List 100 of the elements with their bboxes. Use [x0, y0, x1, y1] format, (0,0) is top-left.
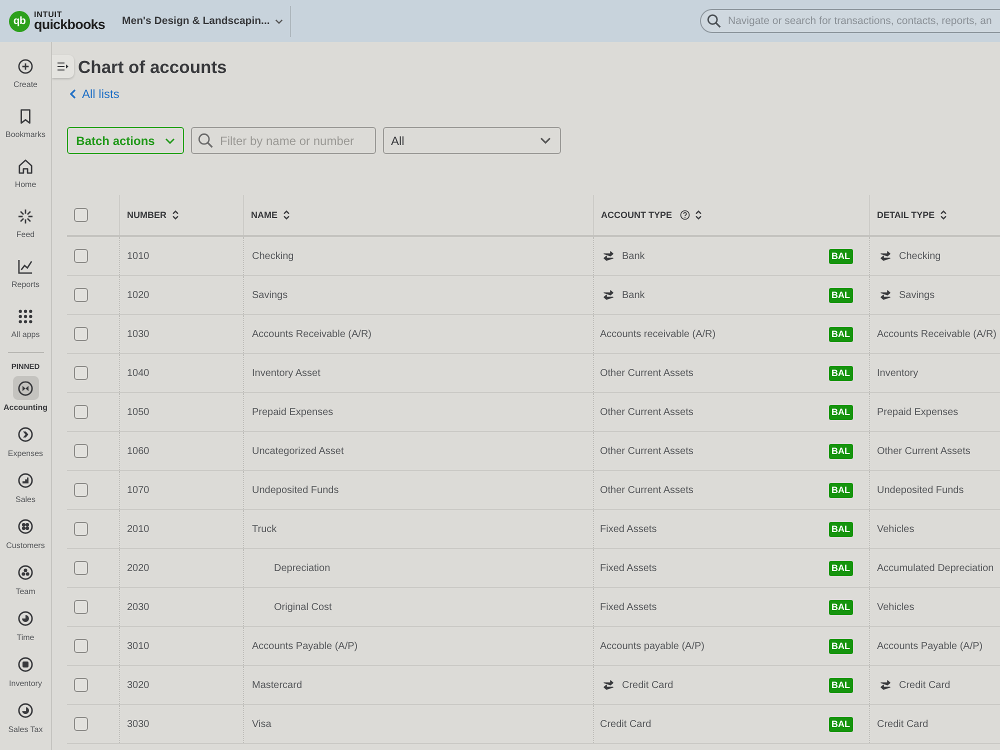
- account-number: 1020: [127, 290, 150, 300]
- account-name[interactable]: Visa: [252, 718, 272, 730]
- detail-type: Savings: [899, 290, 935, 300]
- bookmark-icon: [18, 108, 33, 124]
- balance-tag: BAL: [828, 638, 853, 654]
- account-type-dropdown[interactable]: All: [383, 127, 561, 154]
- account-name[interactable]: Mastercard: [252, 680, 302, 690]
- brand-name: INTUIT: [34, 10, 64, 19]
- detail-type: Inventory: [877, 368, 918, 378]
- row-checkbox[interactable]: [74, 444, 88, 458]
- row-checkbox[interactable]: [74, 405, 88, 419]
- search-icon: [707, 14, 721, 28]
- sidebar-item[interactable]: Time: [0, 603, 51, 649]
- detail-type: Other Current Assets: [877, 446, 970, 456]
- account-name[interactable]: Truck: [252, 524, 277, 534]
- balance-tag: BAL: [828, 326, 853, 342]
- account-name[interactable]: Undeposited Funds: [252, 484, 339, 496]
- account-type: Bank: [622, 290, 645, 300]
- account-type: Bank: [622, 250, 645, 262]
- sidebar-item[interactable]: Feed: [0, 200, 51, 250]
- chevron-down-icon: [540, 137, 551, 144]
- account-name[interactable]: Savings: [252, 290, 288, 300]
- account-name[interactable]: Inventory Asset: [252, 368, 320, 378]
- detail-type: Accumulated Depreciation: [877, 562, 994, 574]
- sort-icon[interactable]: [940, 210, 947, 220]
- account-type: Other Current Assets: [600, 446, 694, 456]
- account-number: 1060: [127, 446, 150, 456]
- column-header[interactable]: DETAIL TYPE: [877, 210, 935, 220]
- sidebar-item[interactable]: Expenses: [0, 419, 51, 465]
- back-link[interactable]: All lists: [70, 87, 120, 101]
- account-name[interactable]: Uncategorized Asset: [252, 446, 344, 456]
- sidebar-item[interactable]: All apps: [0, 300, 51, 350]
- account-name[interactable]: Accounts Payable (A/P): [252, 640, 358, 652]
- detail-type: Undeposited Funds: [877, 484, 964, 496]
- collapse-menu-icon: [57, 62, 69, 71]
- account-type: Other Current Assets: [600, 406, 694, 418]
- filter-field[interactable]: Filter by name or number: [191, 127, 376, 154]
- sidebar-item[interactable]: Inventory: [0, 649, 51, 695]
- logo-mark[interactable]: qb: [9, 10, 30, 32]
- balance-tag: BAL: [828, 560, 853, 576]
- batch-actions-button[interactable]: Batch actions: [67, 127, 184, 154]
- sidebar-item[interactable]: Home: [0, 150, 51, 200]
- select-all-checkbox[interactable]: [74, 208, 88, 222]
- row-checkbox[interactable]: [74, 249, 88, 263]
- account-name[interactable]: Accounts Receivable (A/R): [252, 328, 372, 340]
- dot-grid-icon: [18, 308, 33, 324]
- sort-icon[interactable]: [695, 210, 702, 220]
- sort-icon[interactable]: [282, 210, 290, 220]
- row-checkbox[interactable]: [74, 717, 88, 731]
- sort-icon[interactable]: [172, 210, 178, 220]
- account-number: 3030: [127, 718, 150, 730]
- account-name[interactable]: Prepaid Expenses: [252, 406, 334, 418]
- plus-circle-icon: [18, 58, 33, 74]
- row-checkbox[interactable]: [74, 327, 88, 341]
- balance-tag: BAL: [828, 522, 853, 536]
- row-checkbox[interactable]: [74, 522, 88, 536]
- detail-type: Prepaid Expenses: [877, 406, 958, 418]
- pie-circle-icon: [18, 610, 33, 626]
- account-number: 1010: [127, 250, 150, 262]
- account-name[interactable]: Original Cost: [274, 602, 332, 612]
- row-checkbox[interactable]: [74, 483, 88, 497]
- balance-tag: BAL: [828, 404, 853, 420]
- row-checkbox[interactable]: [74, 366, 88, 380]
- account-name[interactable]: Checking: [252, 250, 294, 262]
- row-checkbox[interactable]: [74, 561, 88, 575]
- sidebar-item[interactable]: Reports: [0, 250, 51, 300]
- balance-tag: BAL: [828, 248, 853, 264]
- balance-tag: BAL: [828, 482, 853, 498]
- sidebar-toggle-button[interactable]: [52, 55, 74, 78]
- bar-chart-circle-icon: [18, 472, 33, 488]
- line-chart-icon: [18, 258, 33, 274]
- column-header[interactable]: ACCOUNT TYPE: [601, 210, 672, 220]
- row-checkbox[interactable]: [74, 288, 88, 302]
- sidebar-item[interactable]: Bookmarks: [0, 100, 51, 150]
- column-header[interactable]: NUMBER: [127, 210, 166, 220]
- product-name: quickbooks: [34, 18, 106, 32]
- row-checkbox[interactable]: [74, 600, 88, 614]
- home-icon: [18, 158, 33, 174]
- row-checkbox[interactable]: [74, 639, 88, 653]
- sidebar-item[interactable]: Customers: [0, 511, 51, 557]
- balance-tag: BAL: [828, 366, 853, 380]
- row-checkbox[interactable]: [74, 678, 88, 692]
- account-type: Accounts receivable (A/R): [600, 328, 716, 340]
- column-header[interactable]: NAME: [251, 210, 278, 220]
- account-type: Fixed Assets: [600, 524, 657, 534]
- account-type: Other Current Assets: [600, 484, 694, 496]
- company-switcher[interactable]: Men's Design & Landscapin...: [122, 11, 283, 31]
- help-icon[interactable]: [680, 210, 690, 220]
- three-dots-circle-icon: [18, 564, 33, 580]
- pie-circle-icon: [18, 702, 33, 718]
- account-name[interactable]: Depreciation: [274, 562, 330, 574]
- balance-tag: BAL: [828, 678, 853, 692]
- sidebar-item[interactable]: Accounting: [0, 373, 51, 419]
- account-type: Accounts payable (A/P): [600, 640, 704, 652]
- search-field[interactable]: Navigate or search for transactions, contacts, reports, an: [700, 9, 1000, 33]
- sidebar-item[interactable]: Create: [0, 50, 51, 100]
- balance-tag: BAL: [828, 444, 853, 458]
- sidebar-item[interactable]: Sales Tax: [0, 695, 51, 741]
- sidebar-item[interactable]: Team: [0, 557, 51, 603]
- sidebar-item[interactable]: Sales: [0, 465, 51, 511]
